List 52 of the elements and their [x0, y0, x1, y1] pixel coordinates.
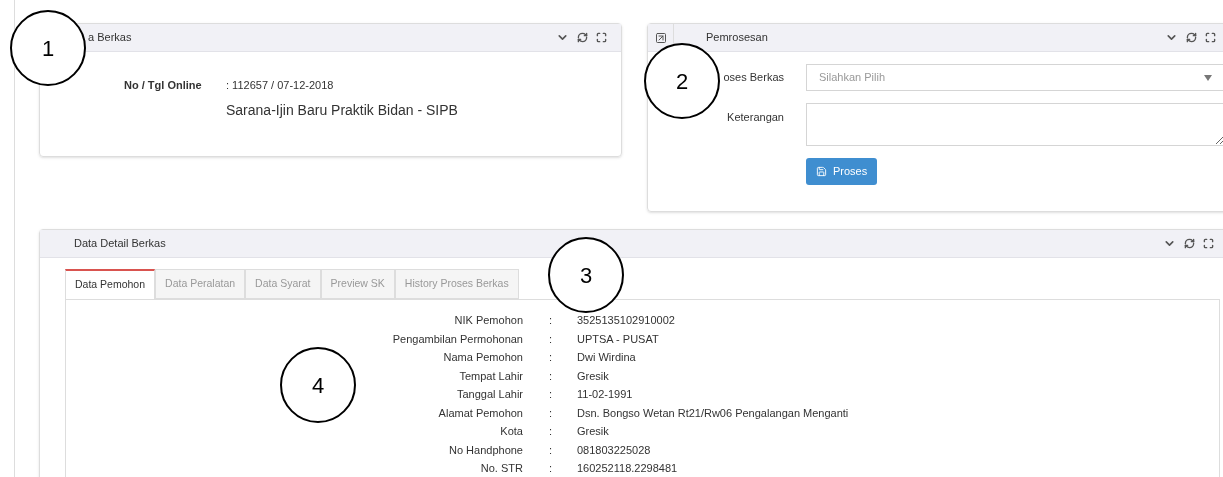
process-button[interactable]: Proses — [806, 158, 878, 185]
field-value: Dwi Wirdina — [577, 350, 636, 365]
external-link-icon[interactable] — [654, 31, 667, 44]
panel-title: Data Detail Berkas — [74, 236, 166, 252]
field-value: 3525135102910002 — [577, 313, 675, 328]
field-label: Tanggal Lahir — [456, 387, 523, 402]
panel-title: a Berkas — [87, 30, 132, 46]
field-label: Alamat Pemohon — [438, 405, 523, 421]
field-label: No Handphone — [449, 442, 523, 458]
refresh-icon[interactable] — [1186, 32, 1197, 43]
separator: : — [549, 387, 554, 402]
save-icon — [816, 166, 827, 177]
field-value: : 112657 / 07-12-2018 — [226, 78, 334, 93]
field-value: Gresik — [577, 424, 609, 439]
field-value: Dsn. Bongso Wetan Rt21/Rw06 Pengalangan Menganti — [577, 405, 849, 421]
fullscreen-icon[interactable] — [596, 32, 607, 43]
permit-title: Sarana-Ijin Baru Praktik Bidan - SIPB — [225, 100, 458, 120]
refresh-icon[interactable] — [577, 32, 588, 43]
field-label: Kota — [500, 424, 523, 439]
field-label: NIK Pemohon — [454, 313, 523, 328]
tab[interactable]: Preview SK — [320, 269, 395, 299]
field-label: Keterangan — [727, 110, 784, 125]
field-value: 11-02-1991 — [577, 387, 633, 402]
separator: : — [549, 442, 554, 458]
tab[interactable]: Data Syarat — [245, 269, 321, 299]
field-label: Nama Pemohon — [443, 350, 523, 365]
field-label: No / Tgl Online — [124, 78, 203, 93]
panel-title: Pemrosesan — [706, 30, 769, 46]
separator: : — [549, 350, 554, 365]
field-label: oses Berkas — [723, 70, 784, 86]
separator: : — [549, 368, 554, 384]
fullscreen-icon[interactable] — [1203, 238, 1214, 249]
tab[interactable]: Data Peralatan — [155, 269, 246, 299]
field-label: Pengambilan Permohonan — [392, 331, 523, 347]
select-dropdown[interactable]: Silahkan Pilih — [806, 64, 1223, 91]
field-value: 160252118.2298481 — [577, 461, 678, 476]
field-value: Gresik — [577, 368, 609, 384]
separator: : — [549, 424, 554, 439]
field-label: Tempat Lahir — [459, 368, 523, 384]
field-value: 081803225028 — [577, 442, 651, 458]
caret-icon — [1204, 74, 1212, 81]
field-label: No. STR — [480, 461, 523, 476]
notes-field[interactable] — [806, 103, 1223, 146]
separator: : — [549, 313, 554, 328]
separator: : — [549, 405, 554, 421]
separator: : — [549, 331, 554, 347]
tab[interactable]: History Proses Berkas — [394, 269, 519, 299]
field-value: UPTSA - PUSAT — [577, 331, 659, 347]
tab[interactable]: Data Pemohon — [65, 269, 156, 299]
fullscreen-icon[interactable] — [1205, 32, 1216, 43]
separator: : — [549, 461, 554, 476]
refresh-icon[interactable] — [1184, 238, 1195, 249]
